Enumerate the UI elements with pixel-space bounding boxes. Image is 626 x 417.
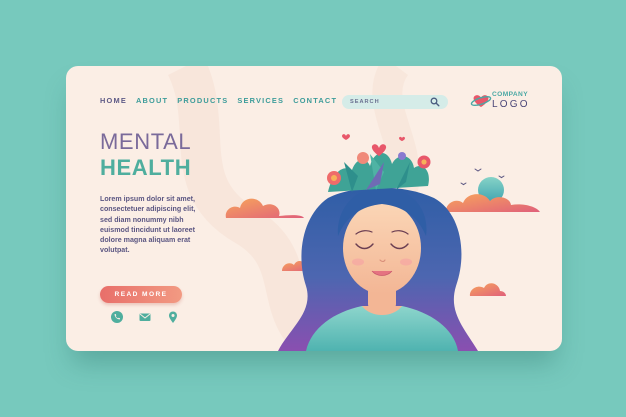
hero-illustration (225, 134, 540, 351)
flower-crown (327, 134, 431, 192)
cloud-left (225, 198, 304, 218)
landing-page-card: HOME ABOUT PRODUCTS SERVICES CONTACT COM… (66, 66, 562, 351)
blush-right (400, 258, 412, 266)
face (343, 202, 421, 294)
blush-left (352, 258, 364, 266)
cloud-small-right (469, 283, 506, 296)
